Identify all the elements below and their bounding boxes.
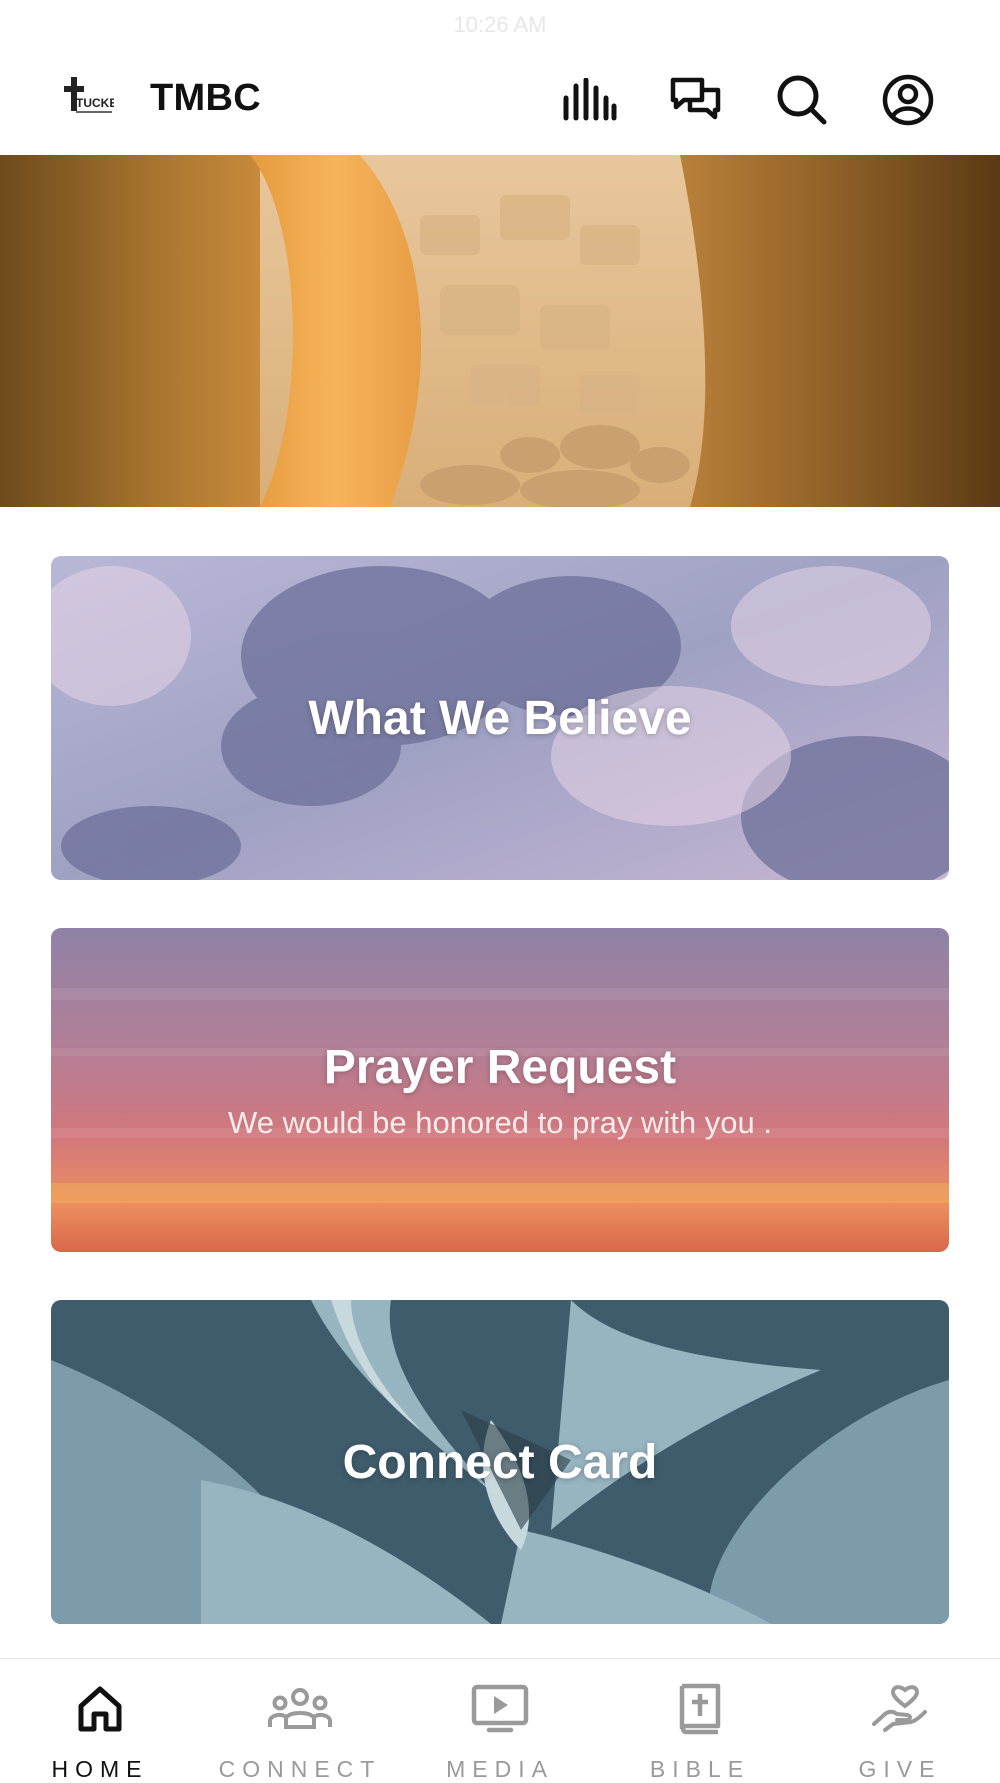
- tab-media[interactable]: MEDIA: [400, 1659, 600, 1782]
- home-icon: [0, 1679, 200, 1739]
- tab-give[interactable]: GIVE: [800, 1659, 1000, 1782]
- search-icon[interactable]: [774, 72, 830, 128]
- play-screen-icon: [400, 1679, 600, 1739]
- what-we-believe-card[interactable]: What We Believe: [51, 556, 949, 880]
- prayer-request-card[interactable]: Prayer Request We would be honored to pr…: [51, 928, 949, 1252]
- logo-text: TUCKER: [76, 96, 114, 110]
- tab-label: BIBLE: [649, 1756, 751, 1782]
- chat-bubbles-icon[interactable]: [668, 72, 724, 128]
- connect-card-card[interactable]: Connect Card: [51, 1300, 949, 1624]
- card-title: Prayer Request: [323, 1040, 677, 1094]
- account-icon[interactable]: [880, 72, 936, 128]
- app-title: TMBC: [150, 77, 261, 119]
- tab-label: GIVE: [858, 1756, 942, 1782]
- status-bar-time: 10:26 AM: [453, 12, 547, 37]
- tab-label: HOME: [51, 1756, 149, 1782]
- card-subtitle: We would be honored to pray with you .: [228, 1104, 772, 1140]
- heart-hand-icon: [800, 1679, 1000, 1739]
- tab-bible[interactable]: BIBLE: [600, 1659, 800, 1782]
- app-header: TUCKER TMBC: [0, 50, 1000, 155]
- people-icon: [200, 1679, 400, 1739]
- tab-label: MEDIA: [446, 1756, 554, 1782]
- audio-bars-icon[interactable]: [561, 72, 617, 128]
- card-title: What We Believe: [308, 691, 692, 745]
- hero-banner-image[interactable]: [0, 155, 1000, 507]
- bible-icon: [600, 1679, 800, 1739]
- tab-connect[interactable]: CONNECT: [200, 1659, 400, 1782]
- tab-label: CONNECT: [218, 1756, 382, 1782]
- church-logo[interactable]: TUCKER: [62, 77, 126, 123]
- tab-home[interactable]: HOME: [0, 1659, 200, 1782]
- card-title: Connect Card: [342, 1435, 658, 1489]
- bottom-tab-bar: HOME CONNECT MEDIA BIBLE GIVE: [0, 1658, 1000, 1782]
